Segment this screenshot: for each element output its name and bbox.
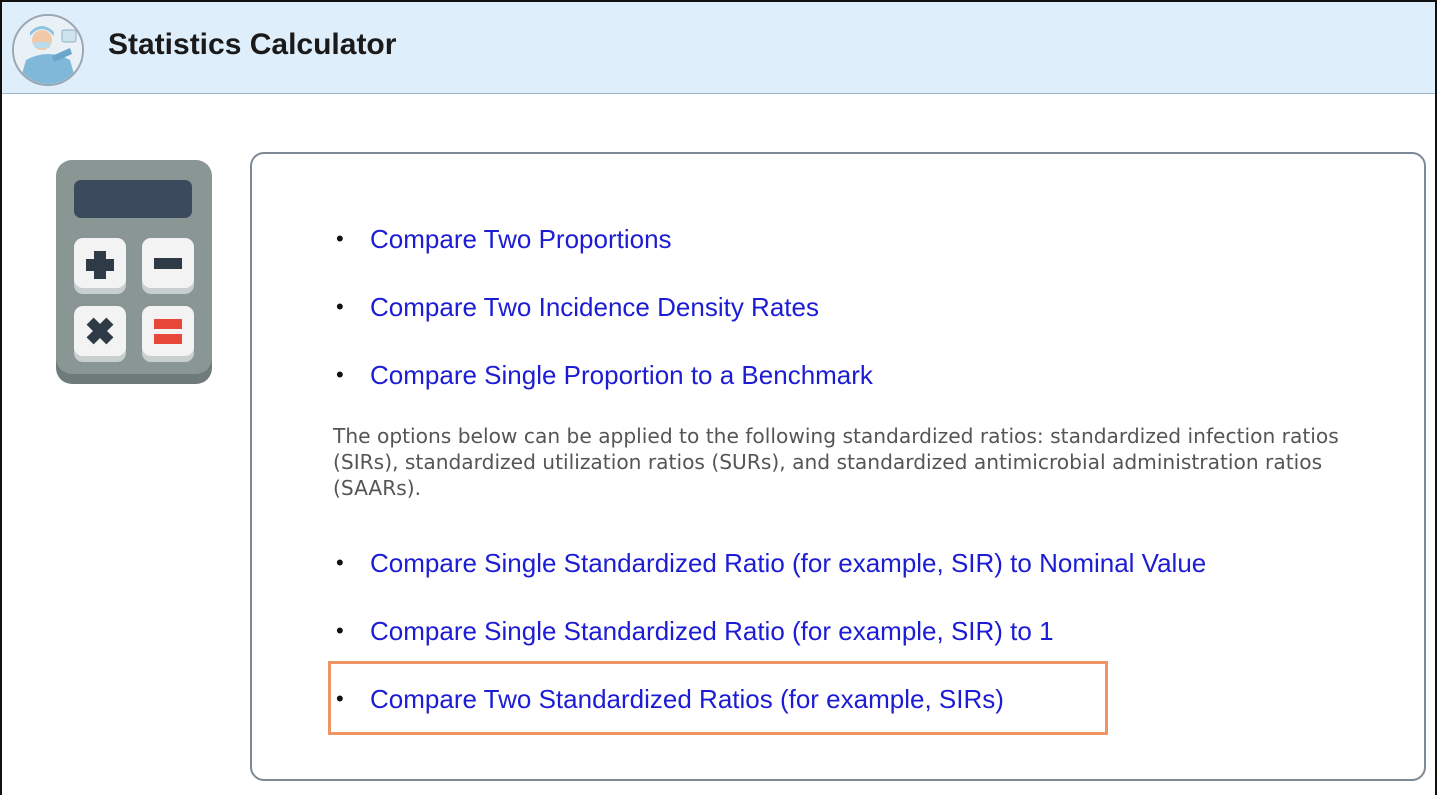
compare-single-ratio-nominal-link[interactable]: Compare Single Standardized Ratio (for e…: [370, 548, 1206, 578]
bullet: •: [336, 618, 344, 643]
list-item: • Compare Single Standardized Ratio (for …: [336, 548, 1206, 578]
calculator-icon: [56, 160, 212, 384]
compare-single-proportion-benchmark-link[interactable]: Compare Single Proportion to a Benchmark: [370, 360, 873, 390]
compare-two-proportions-link[interactable]: Compare Two Proportions: [370, 224, 672, 254]
list-item: • Compare Two Incidence Density Rates: [336, 292, 819, 322]
healthcare-worker-avatar-icon: [12, 14, 84, 86]
page-title: Statistics Calculator: [108, 28, 397, 61]
compare-two-incidence-density-rates-link[interactable]: Compare Two Incidence Density Rates: [370, 292, 819, 322]
bullet: •: [336, 226, 344, 251]
compare-single-ratio-to-1-link[interactable]: Compare Single Standardized Ratio (for e…: [370, 616, 1054, 646]
standardized-ratios-description: The options below can be applied to the …: [333, 424, 1339, 500]
bullet: •: [336, 550, 344, 575]
page-header: Statistics Calculator: [2, 2, 1435, 94]
bullet: •: [336, 294, 344, 319]
highlight-box: [328, 661, 1108, 735]
bullet: •: [336, 362, 344, 387]
list-item: • Compare Single Proportion to a Benchmar…: [336, 360, 873, 390]
list-item: • Compare Single Standardized Ratio (for …: [336, 616, 1054, 646]
list-item: • Compare Two Proportions: [336, 224, 672, 254]
